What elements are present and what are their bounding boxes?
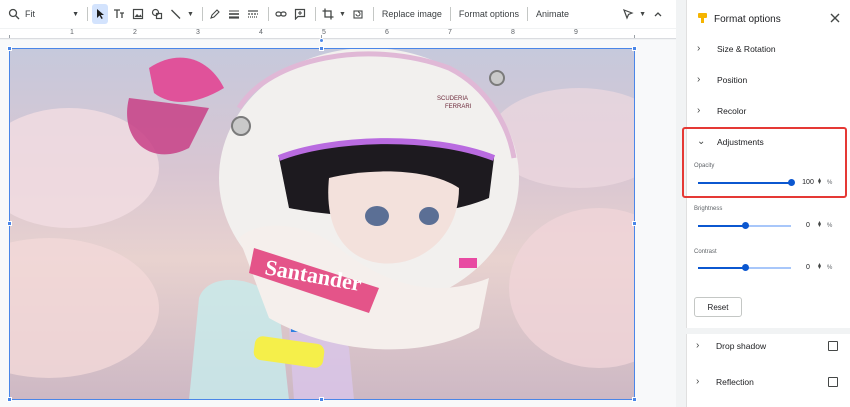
ruler-number: 4 — [259, 29, 263, 36]
line-caret-icon[interactable]: ▼ — [187, 11, 194, 18]
line-icon[interactable] — [168, 4, 184, 24]
toolbar: Fit ▼ ▼ ▼ Replace image Format options A… — [0, 0, 676, 28]
collapse-toolbar-icon[interactable] — [650, 4, 666, 24]
replace-image-button[interactable]: Replace image — [378, 4, 446, 24]
link-icon[interactable] — [273, 4, 289, 24]
chevron-right-icon: › — [696, 340, 700, 351]
resize-handle[interactable] — [632, 221, 637, 226]
adjustments-highlight-box — [682, 127, 847, 198]
slider-thumb[interactable] — [741, 264, 749, 271]
pen-caret-icon[interactable]: ▼ — [639, 11, 646, 18]
add-comment-icon[interactable] — [292, 4, 308, 24]
crop-caret-icon[interactable]: ▼ — [339, 11, 346, 18]
toolbar-divider — [267, 7, 269, 21]
horizontal-ruler[interactable]: 1 2 3 4 5 6 7 8 9 — [0, 29, 676, 39]
ruler-number: 5 — [322, 29, 326, 36]
crop-icon[interactable] — [320, 4, 336, 24]
ruler-number: 7 — [448, 29, 452, 36]
section-label: Drop shadow — [716, 340, 767, 351]
animate-button[interactable]: Animate — [532, 4, 573, 24]
ruler-number: 8 — [511, 29, 515, 36]
helmet-logo-text: SCUDERIA — [437, 96, 468, 102]
zoom-icon[interactable] — [6, 4, 22, 24]
ruler-margin-marker[interactable] — [9, 35, 10, 38]
brightness-unit: % — [827, 223, 833, 229]
format-options-button[interactable]: Format options — [455, 4, 523, 24]
reset-image-icon[interactable] — [350, 4, 366, 24]
section-label: Size & Rotation — [717, 43, 776, 54]
resize-handle[interactable] — [7, 397, 12, 402]
spinner-arrows-icon[interactable]: ▴ ▾ — [818, 262, 821, 271]
toolbar-divider — [372, 7, 374, 21]
brightness-label: Brightness — [694, 206, 723, 212]
slider-fill — [698, 267, 745, 269]
text-box-icon[interactable] — [111, 4, 127, 24]
racer-illustration: Santander SCUDERIA FERRARI — [9, 48, 635, 400]
slider-fill — [698, 225, 745, 227]
section-position[interactable]: › Position — [687, 64, 850, 95]
section-size-rotation[interactable]: › Size & Rotation — [687, 33, 850, 64]
slide-canvas[interactable]: Santander SCUDERIA FERRARI — [0, 38, 676, 407]
resize-handle[interactable] — [632, 46, 637, 51]
slider-thumb[interactable] — [741, 222, 749, 229]
contrast-unit: % — [827, 265, 833, 271]
resize-handle[interactable] — [632, 397, 637, 402]
resize-handle[interactable] — [319, 397, 324, 402]
border-dash-icon[interactable] — [245, 4, 261, 24]
drop-shadow-checkbox[interactable] — [828, 340, 838, 351]
brightness-value[interactable]: 0 — [797, 222, 819, 229]
ruler-number: 6 — [385, 29, 389, 36]
ruler-margin-marker[interactable] — [634, 35, 635, 38]
resize-handle[interactable] — [319, 46, 324, 51]
section-label: Reflection — [716, 376, 754, 387]
toolbar-divider — [449, 7, 451, 21]
section-reflection[interactable]: › Reflection — [686, 366, 850, 397]
ruler-number: 3 — [196, 29, 200, 36]
border-color-icon[interactable] — [207, 4, 223, 24]
reset-button[interactable]: Reset — [694, 297, 742, 317]
panel-title: Format options — [714, 13, 781, 25]
caret-down-icon: ▼ — [72, 10, 79, 18]
toolbar-divider — [526, 7, 528, 21]
ruler-number: 1 — [70, 29, 74, 36]
resize-handle[interactable] — [7, 46, 12, 51]
insert-image-icon[interactable] — [130, 4, 146, 24]
ruler-number: 9 — [574, 29, 578, 36]
select-cursor-icon[interactable] — [92, 4, 108, 24]
section-label: Position — [717, 74, 748, 85]
zoom-select[interactable]: Fit ▼ — [25, 9, 79, 19]
border-weight-icon[interactable] — [226, 4, 242, 24]
rotate-handle[interactable] — [319, 38, 324, 43]
shape-icon[interactable] — [149, 4, 165, 24]
resize-handle[interactable] — [7, 221, 12, 226]
selected-image[interactable]: Santander SCUDERIA FERRARI — [9, 48, 635, 400]
chevron-right-icon: › — [696, 376, 700, 387]
toolbar-divider — [87, 7, 88, 21]
chevron-right-icon: › — [697, 43, 701, 54]
toolbar-divider — [201, 7, 203, 21]
brightness-slider[interactable] — [698, 222, 791, 229]
contrast-slider[interactable] — [698, 264, 791, 271]
chevron-right-icon: › — [697, 74, 701, 85]
section-recolor[interactable]: › Recolor — [687, 95, 850, 126]
toolbar-divider — [314, 7, 316, 21]
pen-cursor-icon[interactable] — [620, 4, 636, 24]
contrast-label: Contrast — [694, 249, 717, 255]
spinner-arrows-icon[interactable]: ▴ ▾ — [818, 220, 821, 229]
chevron-right-icon: › — [697, 105, 701, 116]
zoom-label: Fit — [25, 9, 35, 19]
helmet-logo-text: FERRARI — [445, 104, 472, 110]
format-options-icon — [697, 12, 708, 27]
reflection-checkbox[interactable] — [828, 376, 838, 387]
ruler-number: 2 — [133, 29, 137, 36]
close-icon[interactable] — [830, 13, 840, 26]
contrast-value[interactable]: 0 — [797, 264, 819, 271]
section-label: Recolor — [717, 105, 747, 116]
section-drop-shadow[interactable]: › Drop shadow — [686, 330, 850, 361]
